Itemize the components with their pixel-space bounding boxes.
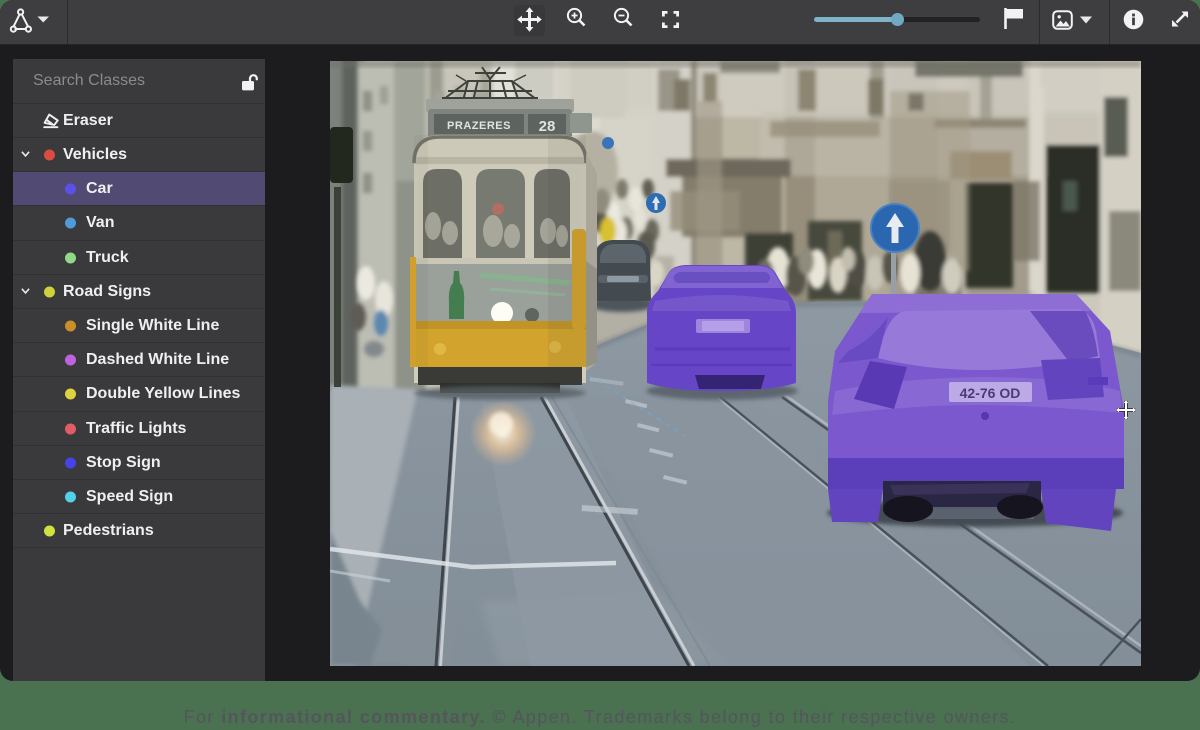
svg-text:PRAZERES: PRAZERES bbox=[447, 120, 511, 132]
svg-text:42-76 OD: 42-76 OD bbox=[960, 385, 1021, 401]
svg-text:28: 28 bbox=[539, 118, 556, 135]
